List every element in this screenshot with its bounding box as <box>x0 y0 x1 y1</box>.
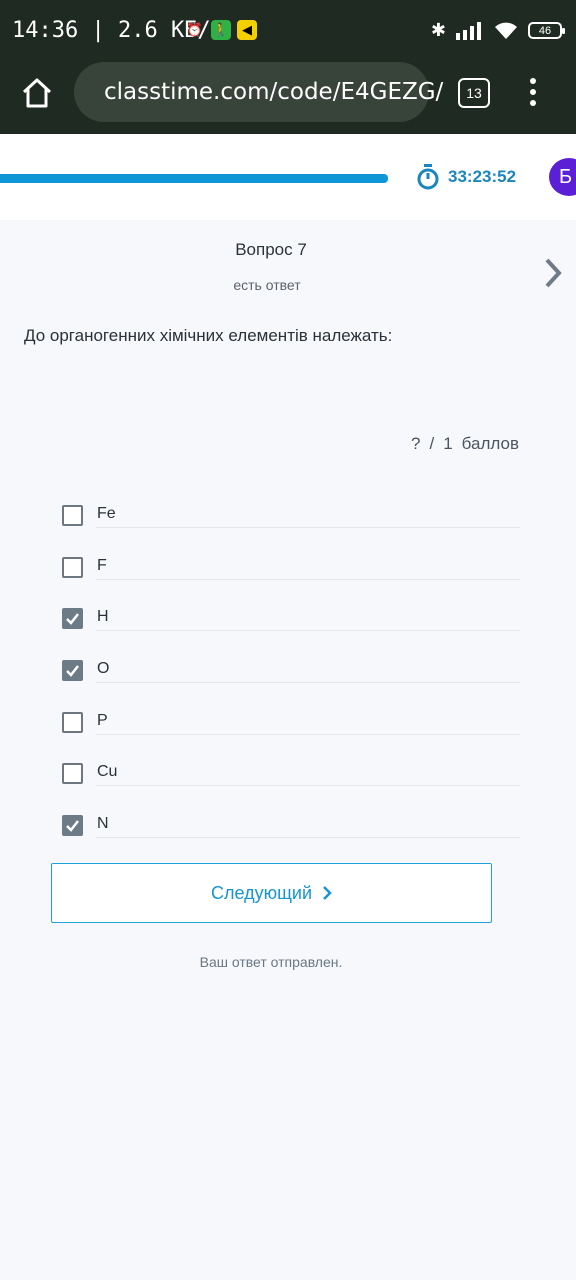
answer-option[interactable]: P <box>60 707 520 759</box>
checkbox[interactable] <box>62 556 83 578</box>
system-status-bar: 14:36 | 2.6 КБ/с ⏰ 🚶 ◀ ✱ 46 <box>0 0 576 62</box>
points-earned: ? <box>411 434 421 453</box>
url-text: classtime.com/code/E4GEZG/ <box>104 79 444 105</box>
battery-icon: 46 <box>528 22 565 39</box>
points-info: ? / 1 баллов <box>411 434 519 454</box>
option-label: P <box>97 711 108 729</box>
checkbox[interactable] <box>62 815 83 837</box>
stopwatch-icon <box>417 164 439 190</box>
question-text: До органогенних хімічних елементів належ… <box>24 326 393 345</box>
next-button-label: Следующий <box>210 882 313 903</box>
checkmark-icon <box>66 665 79 677</box>
avatar[interactable]: Б <box>549 158 576 196</box>
divider <box>96 837 520 839</box>
option-label: N <box>97 815 109 833</box>
timer-value: 33:23:52 <box>448 167 517 186</box>
home-icon[interactable] <box>20 76 54 110</box>
answer-sent-note: Ваш ответ отправлен. <box>199 954 343 970</box>
tab-switcher-button[interactable]: 13 <box>458 78 490 108</box>
quiz-header: 33:23:52 Б <box>0 134 576 220</box>
walking-app-icon: 🚶 <box>211 20 231 40</box>
wifi-icon <box>495 22 517 39</box>
notification-icons: ⏰ 🚶 ◀ <box>185 20 257 40</box>
answer-option[interactable]: O <box>60 655 520 707</box>
browser-toolbar: classtime.com/code/E4GEZG/ 13 <box>0 62 576 134</box>
option-label: F <box>97 556 107 574</box>
checkbox[interactable] <box>62 763 83 785</box>
status-right-icons: ✱ 46 <box>430 20 565 41</box>
signal-icon <box>456 21 481 40</box>
answer-option[interactable]: Cu <box>60 758 520 810</box>
divider <box>96 682 520 684</box>
media-app-icon: ◀ <box>237 20 257 40</box>
divider <box>96 527 520 528</box>
next-button[interactable]: Следующий <box>51 863 492 923</box>
answer-option[interactable]: N <box>60 810 520 862</box>
answer-option[interactable]: F <box>60 552 520 604</box>
next-question-chevron-icon[interactable] <box>540 256 566 290</box>
bluetooth-icon: ✱ <box>430 20 446 40</box>
divider <box>96 630 520 632</box>
address-bar[interactable]: classtime.com/code/E4GEZG/ <box>74 62 443 122</box>
chevron-right-icon <box>323 886 332 900</box>
divider <box>96 733 520 735</box>
question-status: есть ответ <box>233 277 301 293</box>
timer: 33:23:52 <box>416 164 516 190</box>
answer-options: Fe F H O P Cu N <box>60 500 520 862</box>
points-total: 1 <box>443 434 453 453</box>
checkmark-icon <box>66 820 79 833</box>
checkmark-icon <box>66 613 79 626</box>
option-label: H <box>97 608 109 626</box>
option-label: O <box>97 660 110 678</box>
points-separator: / <box>429 434 435 453</box>
checkbox[interactable] <box>62 505 83 526</box>
browser-menu-icon[interactable] <box>524 76 542 108</box>
checkbox[interactable] <box>62 608 83 630</box>
checkbox[interactable] <box>62 711 83 733</box>
alarm-icon: ⏰ <box>186 22 204 37</box>
option-label: Fe <box>97 505 116 522</box>
question-title: Вопрос 7 <box>235 240 307 259</box>
option-label: Cu <box>97 763 118 781</box>
divider <box>96 578 520 580</box>
answer-option[interactable]: Fe <box>60 500 520 552</box>
divider <box>96 785 520 787</box>
progress-track <box>0 174 388 183</box>
points-unit: баллов <box>461 434 519 453</box>
answer-option[interactable]: H <box>60 603 520 655</box>
checkbox[interactable] <box>62 660 83 682</box>
progress-bar <box>0 174 388 183</box>
